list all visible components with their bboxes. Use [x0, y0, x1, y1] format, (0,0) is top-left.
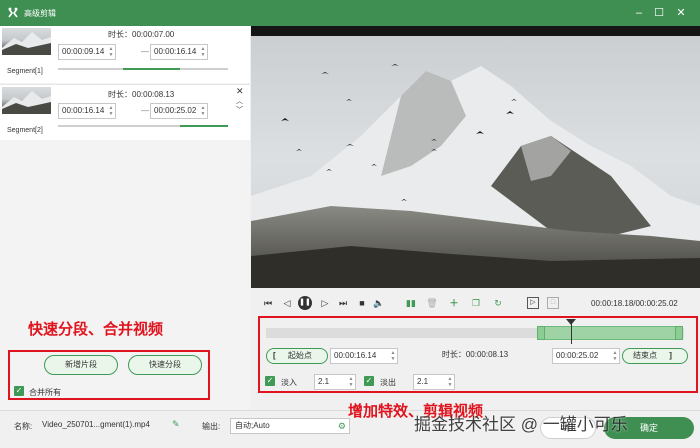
minimize-icon[interactable]: – [632, 6, 646, 20]
close-icon[interactable]: ✕ [674, 6, 688, 20]
segment-duration: 时长：00:00:08.13 [108, 90, 175, 99]
spin-arrows-icon[interactable]: ▲ ▼ [108, 46, 114, 58]
end-time-field[interactable]: 00:00:25.02 ▲ ▼ [552, 348, 620, 364]
add-segment-button[interactable]: 新增片段 [44, 355, 118, 375]
segment-item[interactable]: Segment[1] 时长：00:00:07.00 00:00:09.14 ▲ ▼… [0, 26, 250, 83]
annotation-left: 快速分段、合并视频 [28, 321, 164, 338]
spin-arrows-icon[interactable]: ▲ ▼ [390, 350, 396, 362]
segment-progress [58, 68, 228, 70]
bracket-icon[interactable]: ▷ [527, 297, 539, 309]
preview-frame [251, 26, 700, 288]
fade-in-field[interactable]: 2.1 ▲ ▼ [314, 374, 356, 390]
bracket-left-icon: [ [273, 351, 276, 360]
skip-start-icon[interactable]: ⏮ [262, 297, 274, 309]
segment-label: Segment[1] [7, 68, 43, 75]
spin-arrows-icon[interactable]: ▲ ▼ [612, 350, 618, 362]
copy-icon[interactable]: ❐ [470, 297, 482, 309]
volume-icon[interactable]: 🔈 [373, 297, 385, 309]
video-preview[interactable] [251, 26, 700, 288]
pause-icon[interactable]: ❚❚ [298, 296, 312, 310]
timeline-selection[interactable] [537, 326, 683, 340]
skip-end-icon[interactable]: ⏭ [337, 297, 349, 309]
maximize-icon[interactable]: ☐ [652, 6, 666, 20]
segment-start-time[interactable]: 00:00:16.14 ▲ ▼ [58, 103, 116, 119]
start-time-field[interactable]: 00:00:16.14 ▲ ▼ [330, 348, 398, 364]
bracket-right-icon: ] [669, 351, 672, 360]
window-title: 高级剪辑 [24, 9, 56, 18]
add-icon[interactable]: ＋ [448, 297, 460, 309]
duration-display: 时长：00:00:08.13 [441, 350, 509, 359]
stop-icon[interactable]: ■ [356, 297, 368, 309]
playhead[interactable] [571, 320, 572, 344]
playback-time: 00:00:18.18/00:00:25.02 [591, 299, 678, 308]
set-end-button[interactable]: 结束点 ] [622, 348, 688, 364]
output-label: 输出: [202, 422, 221, 431]
segment-end-time[interactable]: 00:00:16.14 ▲ ▼ [150, 44, 208, 60]
segment-duration: 时长：00:00:07.00 [108, 30, 175, 39]
settings-gear-icon[interactable]: ⚙ [338, 419, 346, 433]
fade-in-label: 淡入 [281, 378, 297, 387]
segment-thumbnail [2, 28, 51, 55]
fade-out-label: 淡出 [380, 378, 396, 387]
reset-icon[interactable]: ↻ [492, 297, 504, 309]
crop-icon[interactable]: □ [547, 297, 559, 309]
spin-arrows-icon[interactable]: ▲ ▼ [200, 46, 206, 58]
step-back-icon[interactable]: ◁ [281, 297, 293, 309]
segment-label: Segment[2] [7, 127, 43, 134]
split-icon[interactable]: ▮▮ [405, 297, 417, 309]
delete-icon[interactable]: 🗑 [426, 297, 438, 309]
segment-progress [58, 125, 228, 127]
app-logo-icon [8, 7, 18, 18]
segment-thumbnail [2, 87, 51, 114]
spin-arrows-icon[interactable]: ▲ ▼ [447, 376, 453, 388]
timeline-start-handle[interactable] [537, 326, 545, 340]
output-name-field[interactable]: Video_250701...gment(1).mp4 [38, 418, 184, 434]
fade-out-checkbox[interactable]: ✓ [364, 376, 374, 386]
quick-split-button[interactable]: 快速分段 [128, 355, 202, 375]
watermark-text: 掘金技术社区 @ 一罐小可乐 [414, 415, 628, 434]
fade-in-checkbox[interactable]: ✓ [265, 376, 275, 386]
edit-icon[interactable]: ✎ [172, 419, 180, 430]
title-bar: 高级剪辑 – ☐ ✕ [0, 0, 700, 26]
timeline-end-handle[interactable] [675, 326, 683, 340]
segment-end-time[interactable]: 00:00:25.02 ▲ ▼ [150, 103, 208, 119]
segment-start-time[interactable]: 00:00:09.14 ▲ ▼ [58, 44, 116, 60]
segment-item[interactable]: Segment[2] 时长：00:00:08.13 00:00:16.14 ▲ ▼… [0, 84, 250, 140]
spin-arrows-icon[interactable]: ▲ ▼ [348, 376, 354, 388]
name-label: 名称: [14, 422, 33, 431]
merge-all-label: 合并所有 [29, 388, 61, 397]
spin-arrows-icon[interactable]: ▲ ▼ [108, 105, 114, 117]
set-start-button[interactable]: [ 起始点 [266, 348, 328, 364]
move-down-icon[interactable]: ﹀ [236, 105, 243, 115]
spin-arrows-icon[interactable]: ▲ ▼ [200, 105, 206, 117]
output-format-field[interactable]: 自动;Auto ⚙ [230, 418, 350, 434]
fade-out-field[interactable]: 2.1 ▲ ▼ [413, 374, 455, 390]
merge-all-checkbox[interactable]: ✓ [14, 386, 24, 396]
step-forward-icon[interactable]: ▷ [319, 297, 331, 309]
